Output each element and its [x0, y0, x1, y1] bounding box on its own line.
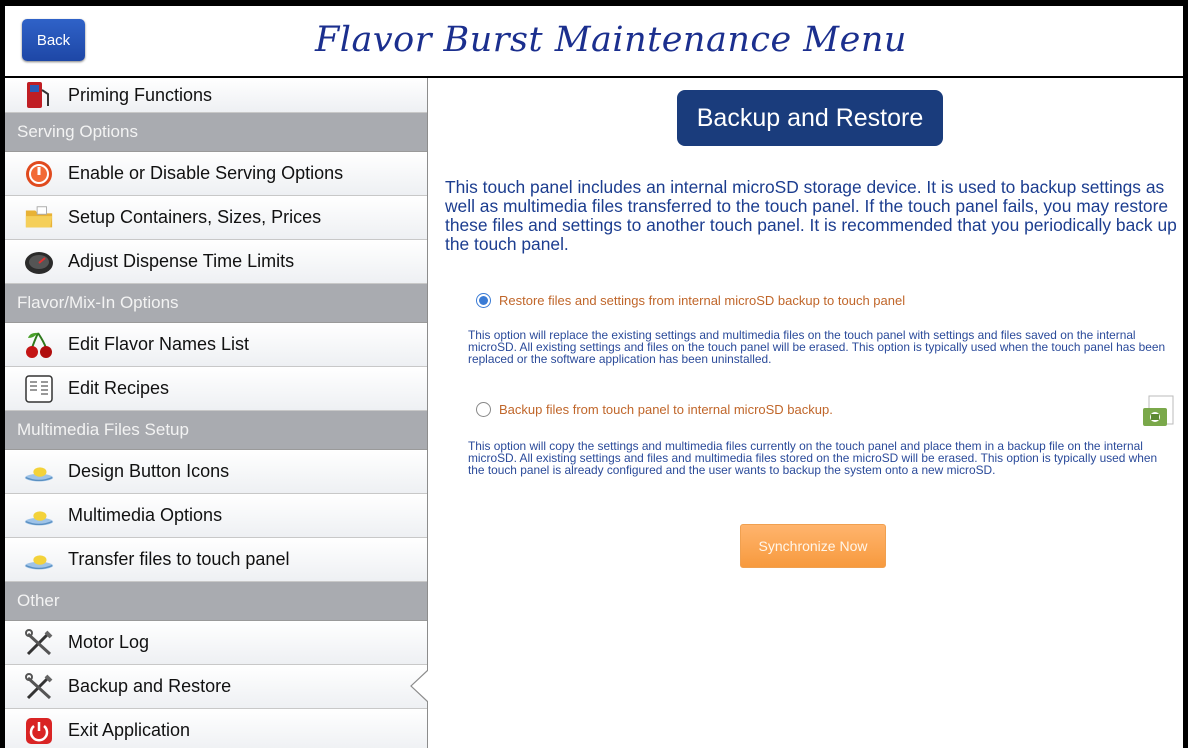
tools-icon: [24, 628, 54, 658]
sidebar-item-motor-log[interactable]: Motor Log: [5, 621, 427, 665]
app-window: Back Flavor Burst Maintenance Menu Primi…: [5, 6, 1183, 748]
sidebar-item-edit-recipes[interactable]: Edit Recipes: [5, 367, 427, 411]
recipe-icon: [24, 374, 54, 404]
sd-card-icon: [1143, 395, 1174, 426]
sidebar-item-label: Exit Application: [68, 720, 191, 740]
sidebar-item-label: Edit Flavor Names List: [68, 334, 250, 354]
folder-icon: [24, 203, 54, 233]
section-header-flavor-mixin: Flavor/Mix-In Options: [5, 284, 427, 323]
restore-description: This option will replace the existing se…: [468, 328, 1166, 366]
sidebar-item-priming-functions[interactable]: Priming Functions: [5, 78, 427, 113]
gauge-icon: [24, 247, 54, 277]
sidebar-item-label: Edit Recipes: [68, 378, 170, 398]
sidebar-item-label: Setup Containers, Sizes, Prices: [68, 207, 322, 227]
restore-option[interactable]: Restore files and settings from internal…: [476, 293, 905, 308]
sidebar-item-label: Backup and Restore: [68, 676, 232, 696]
sidebar-item-label: Transfer files to touch panel: [68, 549, 290, 569]
power-red-icon: [24, 159, 54, 189]
sidebar-item-setup-containers[interactable]: Setup Containers, Sizes, Prices: [5, 196, 427, 240]
back-button[interactable]: Back: [22, 19, 85, 61]
sidebar-item-multimedia-options[interactable]: Multimedia Options: [5, 494, 427, 538]
restore-option-label: Restore files and settings from internal…: [499, 293, 906, 308]
sidebar-item-label: Multimedia Options: [68, 505, 223, 525]
backup-description: This option will copy the settings and m…: [468, 439, 1158, 477]
backup-option[interactable]: Backup files from touch panel to interna…: [476, 402, 833, 417]
sidebar-item-label: Enable or Disable Serving Options: [68, 163, 344, 183]
content-title: Backup and Restore: [677, 90, 943, 146]
section-header-multimedia: Multimedia Files Setup: [5, 411, 427, 450]
sidebar-menu: Priming Functions Serving Options Enable…: [5, 78, 428, 748]
power-icon: [24, 716, 54, 746]
cherry-icon: [24, 330, 54, 360]
tray-icon: [24, 545, 54, 575]
sidebar-item-label: Adjust Dispense Time Limits: [68, 251, 295, 271]
tray-icon: [24, 457, 54, 487]
selection-pointer-icon: [410, 670, 428, 702]
section-header-other: Other: [5, 582, 427, 621]
sidebar-item-exit-application[interactable]: Exit Application: [5, 709, 427, 748]
sidebar-item-backup-restore[interactable]: Backup and Restore: [5, 665, 428, 709]
sidebar-item-transfer-files[interactable]: Transfer files to touch panel: [5, 538, 427, 582]
header-bar: Back Flavor Burst Maintenance Menu: [5, 6, 1183, 78]
tools-icon: [24, 672, 54, 702]
sidebar-item-adjust-dispense-time[interactable]: Adjust Dispense Time Limits: [5, 240, 427, 284]
page-title: Flavor Burst Maintenance Menu: [315, 20, 907, 60]
backup-radio[interactable]: [476, 402, 491, 417]
synchronize-now-button[interactable]: Synchronize Now: [740, 524, 886, 568]
section-header-serving-options: Serving Options: [5, 113, 427, 152]
main-content: Backup and Restore This touch panel incl…: [428, 78, 1183, 748]
tray-icon: [24, 501, 54, 531]
restore-radio[interactable]: [476, 293, 491, 308]
backup-option-label: Backup files from touch panel to interna…: [499, 402, 833, 417]
sidebar-item-edit-flavor-names[interactable]: Edit Flavor Names List: [5, 323, 427, 367]
sidebar-item-enable-disable-serving-options[interactable]: Enable or Disable Serving Options: [5, 152, 427, 196]
sidebar-item-design-button-icons[interactable]: Design Button Icons: [5, 450, 427, 494]
sidebar-item-label: Design Button Icons: [68, 461, 230, 481]
sidebar-item-label: Priming Functions: [68, 84, 213, 105]
intro-text: This touch panel includes an internal mi…: [445, 177, 1177, 254]
sidebar-item-label: Motor Log: [68, 632, 150, 652]
fuel-pump-icon: [24, 80, 54, 110]
